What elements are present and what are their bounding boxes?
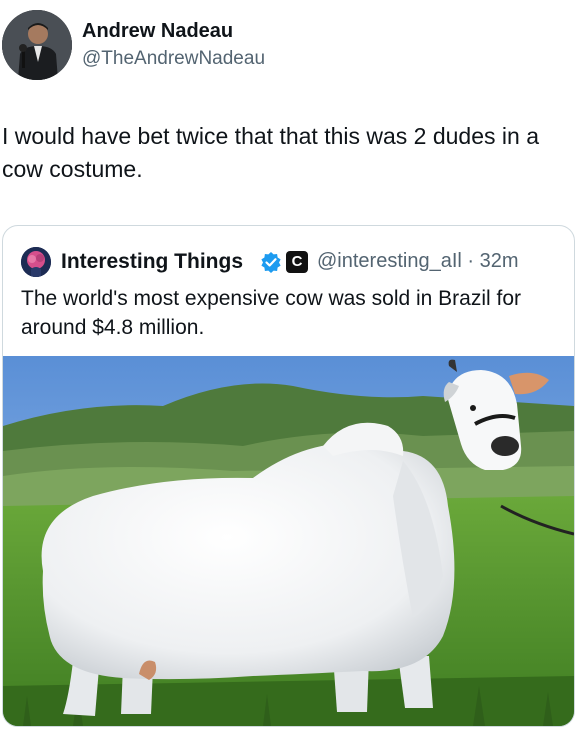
quoted-author-name[interactable]: Interesting Things: [61, 250, 243, 274]
quoted-post-image[interactable]: [3, 356, 574, 726]
cow-photo: [3, 356, 574, 726]
quoted-author-handle-time[interactable]: @interesting_aIl · 32m: [317, 250, 519, 273]
quoted-post-text: The world's most expensive cow was sold …: [21, 287, 522, 339]
quoted-author-avatar[interactable]: [21, 247, 51, 277]
post-text: I would have bet twice that that this wa…: [2, 123, 539, 182]
author-name[interactable]: Andrew Nadeau: [82, 20, 233, 43]
affiliate-badge-icon: C: [286, 251, 308, 273]
post-header: Andrew Nadeau @TheAndrewNadeau: [0, 0, 576, 90]
author-avatar[interactable]: [2, 10, 72, 80]
brain-logo-icon: [21, 247, 51, 277]
verified-badge-icon: [261, 252, 281, 273]
person-avatar-icon: [2, 10, 72, 80]
quoted-post[interactable]: Interesting Things C @interesting_aIl · …: [2, 225, 575, 727]
quoted-post-header: Interesting Things C @interesting_aIl · …: [17, 244, 557, 278]
author-handle[interactable]: @TheAndrewNadeau: [82, 48, 265, 70]
